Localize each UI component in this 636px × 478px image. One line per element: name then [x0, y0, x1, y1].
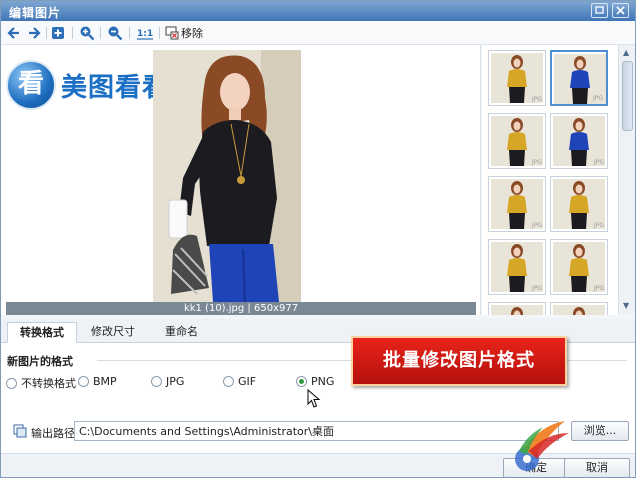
image-caption: kk1 (10).jpg | 650x977 — [6, 302, 476, 315]
svg-text:1:1: 1:1 — [137, 29, 153, 39]
thumbnail-item[interactable]: JPG — [488, 239, 546, 295]
scroll-down-icon[interactable]: ▼ — [623, 301, 629, 310]
logo-badge: 看 — [6, 60, 56, 110]
toolbar-separator — [100, 27, 101, 39]
thumbnail-watermark: JPG — [531, 222, 542, 229]
radio-dot[interactable] — [6, 377, 17, 389]
radio-label: PNG — [311, 375, 335, 388]
thumbnail-scrollbar[interactable]: ▲ ▼ — [618, 45, 635, 315]
edit-image-window: 编辑图片 1:1 移除 看 美图看看 kk1 (10).jpg | 650x97… — [0, 0, 636, 478]
thumbnail-panel: JPG JPG JPG JPG JPG JPG JPG JPG JPG JPG — [482, 45, 618, 315]
thumbnail-item[interactable]: JPG — [550, 239, 608, 295]
thumbnail-watermark: JPG — [592, 95, 603, 102]
radio-dot[interactable] — [223, 376, 234, 387]
zoom-in-icon[interactable] — [79, 25, 95, 41]
close-icon[interactable] — [612, 3, 629, 18]
toolbar-separator — [129, 27, 130, 39]
folder-output-icon — [13, 424, 27, 441]
promo-banner: 批量修改图片格式 — [351, 336, 567, 386]
tab-convert-format[interactable]: 转换格式 — [7, 322, 77, 343]
zoom-out-icon[interactable] — [107, 25, 123, 41]
format-heading: 新图片的格式 — [7, 355, 73, 368]
radio-label: JPG — [166, 375, 185, 388]
thumbnail-item[interactable]: JPG — [488, 176, 546, 232]
thumbnail-item[interactable]: JPG — [488, 302, 546, 315]
remove-button[interactable]: 移除 — [165, 25, 203, 41]
tab-resize[interactable]: 修改尺寸 — [79, 322, 147, 343]
scrollbar-thumb[interactable] — [622, 61, 633, 131]
thumbnail-watermark: JPG — [593, 159, 604, 166]
thumbnail-item[interactable]: JPG — [488, 113, 546, 169]
back-icon[interactable] — [6, 25, 22, 41]
image-viewer[interactable]: 看 美图看看 kk1 (10).jpg | 650x977 — [1, 45, 481, 315]
restore-icon[interactable] — [591, 3, 608, 18]
output-path-input[interactable] — [74, 421, 559, 441]
add-icon[interactable] — [51, 25, 65, 41]
thumbnail-item[interactable]: JPG — [488, 50, 546, 106]
brand-watermark-logo — [513, 419, 633, 477]
toolbar-separator — [46, 27, 47, 39]
radio-png[interactable]: PNG — [296, 375, 334, 388]
radio-no-convert[interactable]: 不转换格式 — [6, 375, 76, 391]
output-path-label: 输出路径 — [31, 427, 75, 440]
remove-icon — [165, 26, 179, 40]
toolbar-separator — [159, 27, 160, 39]
toolbar: 1:1 移除 — [1, 21, 635, 45]
radio-label: BMP — [93, 375, 117, 388]
toolbar-separator — [72, 27, 73, 39]
window-title: 编辑图片 — [9, 6, 62, 20]
radio-bmp[interactable]: BMP — [78, 375, 117, 388]
radio-dot-selected[interactable] — [296, 376, 307, 387]
thumbnail-watermark: JPG — [593, 285, 604, 292]
remove-label: 移除 — [181, 27, 203, 40]
thumbnail-watermark: JPG — [531, 159, 542, 166]
radio-label: GIF — [238, 375, 257, 388]
mouse-cursor-icon — [307, 388, 321, 412]
radio-jpg[interactable]: JPG — [151, 375, 184, 388]
preview-photo — [153, 50, 301, 302]
radio-label: 不转换格式 — [21, 377, 76, 390]
thumbnail-watermark: JPG — [531, 285, 542, 292]
scroll-up-icon[interactable]: ▲ — [623, 48, 629, 57]
forward-icon[interactable] — [26, 25, 42, 41]
thumbnail-watermark: JPG — [593, 222, 604, 229]
radio-dot[interactable] — [78, 376, 89, 387]
thumbnail-watermark: JPG — [531, 96, 542, 103]
thumbnail-item[interactable]: JPG — [550, 302, 608, 315]
thumbnail-item[interactable]: JPG — [550, 176, 608, 232]
thumbnail-item[interactable]: JPG — [550, 113, 608, 169]
thumbnail-item[interactable]: JPG — [550, 50, 608, 106]
radio-dot[interactable] — [151, 376, 162, 387]
actual-size-icon[interactable]: 1:1 — [136, 25, 154, 41]
radio-gif[interactable]: GIF — [223, 375, 256, 388]
tab-rename[interactable]: 重命名 — [153, 322, 210, 343]
title-bar: 编辑图片 — [1, 1, 635, 21]
